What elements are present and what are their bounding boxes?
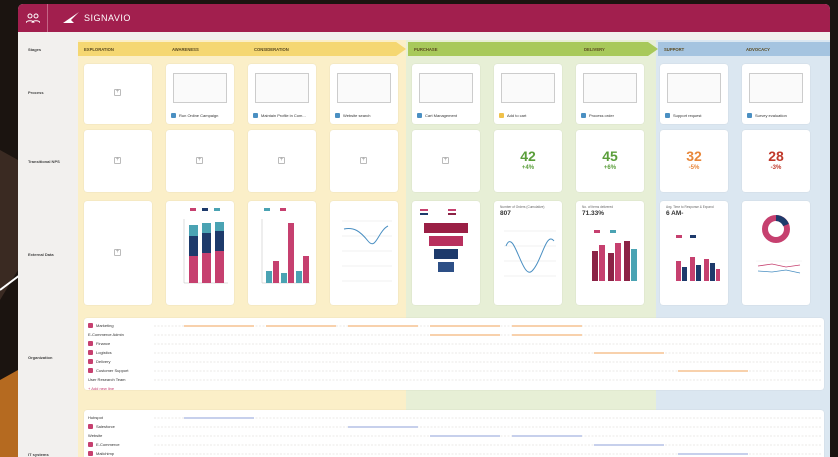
delivery-chart-card[interactable]: No. of Items delivered 71.33% <box>576 201 644 305</box>
nps-value: 28 <box>768 148 784 164</box>
process-card[interactable]: Website search <box>330 64 398 124</box>
process-name: Survey evaluation <box>747 113 787 118</box>
stage-awareness[interactable]: AWARENESS <box>166 42 236 56</box>
add-icon[interactable]: + <box>114 89 121 96</box>
add-icon[interactable]: + <box>196 157 203 164</box>
stacked-bar-chart-card[interactable] <box>166 201 234 305</box>
nps-card-empty[interactable]: + <box>248 130 316 192</box>
grouped-bar-chart <box>261 208 310 284</box>
nps-delta: +4% <box>521 165 535 171</box>
process-diagram <box>583 73 637 103</box>
line-chart <box>342 220 392 282</box>
users-icon[interactable] <box>18 4 48 32</box>
process-card-empty[interactable]: + <box>84 64 152 124</box>
nps-card-empty[interactable]: + <box>84 130 152 192</box>
stage-consideration[interactable]: CONSIDERATION <box>248 42 338 56</box>
support-chart-card[interactable]: Avg. Time to Response & Expand 6 AM- <box>660 201 728 305</box>
process-diagram <box>667 73 721 103</box>
nps-delta: -3% <box>770 165 782 171</box>
process-card[interactable]: Cart Management <box>412 64 480 124</box>
row-label-org: Organization <box>28 355 53 360</box>
nps-delta: +6% <box>603 165 617 171</box>
row-label-stages: Stages <box>28 47 42 52</box>
row-label-external: External Data <box>28 252 54 257</box>
external-card-empty[interactable]: + <box>84 201 152 305</box>
process-diagram <box>501 73 555 103</box>
nps-card-empty[interactable]: + <box>412 130 480 192</box>
process-card[interactable]: Add to cart <box>494 64 562 124</box>
process-diagram <box>173 73 227 103</box>
add-icon[interactable]: + <box>278 157 285 164</box>
nps-card-empty[interactable]: + <box>330 130 398 192</box>
nps-card[interactable]: 32 -5% <box>660 130 728 192</box>
it-swimlane-lines <box>154 417 822 455</box>
row-label-nps: Transitional NPS <box>28 159 60 164</box>
nps-value: 42 <box>520 148 536 164</box>
row-label-process: Process <box>28 90 44 95</box>
donut-chart-card[interactable] <box>742 201 810 305</box>
nps-value: 32 <box>686 148 702 164</box>
chart-title: Avg. Time to Response & Expand <box>666 205 714 209</box>
funnel-chart-card[interactable] <box>412 201 480 305</box>
nps-card[interactable]: 45 +6% <box>576 130 644 192</box>
nps-delta: -5% <box>688 165 700 171</box>
process-diagram <box>419 73 473 103</box>
chart-value: 807 <box>500 210 511 217</box>
process-card[interactable]: Process order <box>576 64 644 124</box>
process-diagram <box>749 73 803 103</box>
stage-delivery[interactable]: DELIVERY <box>578 42 638 56</box>
nps-card[interactable]: 28 -3% <box>742 130 810 192</box>
funnel-chart <box>420 209 468 272</box>
nps-value: 45 <box>602 148 618 164</box>
add-icon[interactable]: + <box>442 157 449 164</box>
process-name: Cart Management <box>417 113 457 118</box>
process-name: Website search <box>335 113 371 118</box>
process-card[interactable]: Run Online Campaign <box>166 64 234 124</box>
add-icon[interactable]: + <box>114 157 121 164</box>
donut-chart <box>756 215 802 274</box>
chart-title: No. of Items delivered <box>582 205 614 209</box>
process-name: Maintain Profile in Com... <box>253 113 306 118</box>
process-card[interactable]: Support request <box>660 64 728 124</box>
process-card[interactable]: Survey evaluation <box>742 64 810 124</box>
process-diagram <box>255 73 309 103</box>
nps-card[interactable]: 42 +4% <box>494 130 562 192</box>
chart-title: Number of Orders (Cumulative) <box>500 205 545 209</box>
stage-advocacy[interactable]: ADVOCACY <box>740 42 800 56</box>
stage-exploration[interactable]: EXPLORATION <box>78 42 406 56</box>
signavio-logo-icon <box>63 12 79 23</box>
bar-chart-card[interactable] <box>248 201 316 305</box>
add-icon[interactable]: + <box>360 157 367 164</box>
process-card[interactable]: Maintain Profile in Com... <box>248 64 316 124</box>
process-name: Add to cart <box>499 113 526 118</box>
stacked-bar-chart <box>183 208 228 284</box>
app-logo: SIGNAVIO <box>62 11 131 24</box>
process-diagram <box>337 73 391 103</box>
process-name: Run Online Campaign <box>171 113 218 118</box>
line-chart-card[interactable] <box>330 201 398 305</box>
app-window: SIGNAVIO EXPLORATION AWARENESS CONSIDERA… <box>18 4 830 457</box>
chart-value: 6 AM- <box>666 210 684 217</box>
chart-value: 71.33% <box>582 210 605 217</box>
row-label-it: IT systems <box>28 452 49 457</box>
app-name: SIGNAVIO <box>84 12 131 23</box>
org-swimlane-lines <box>154 325 822 381</box>
top-bar: SIGNAVIO <box>18 4 830 32</box>
process-name: Support request <box>665 113 701 118</box>
process-name: Process order <box>581 113 614 118</box>
nps-card-empty[interactable]: + <box>166 130 234 192</box>
add-icon[interactable]: + <box>114 249 121 256</box>
orders-chart-card[interactable]: Number of Orders (Cumulative) 807 <box>494 201 562 305</box>
